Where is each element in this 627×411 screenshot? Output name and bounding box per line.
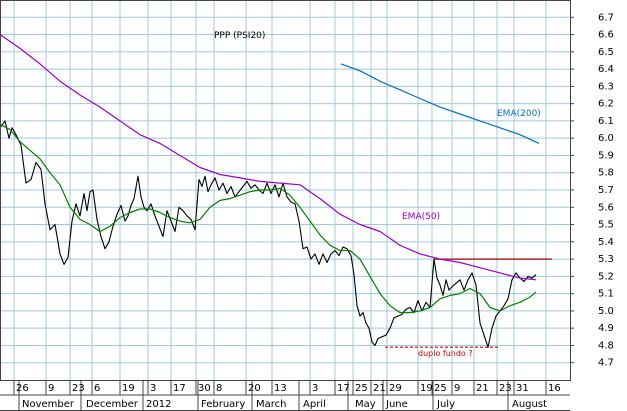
x-day-label: 13 xyxy=(274,383,287,394)
x-day-label: 25 xyxy=(434,383,447,394)
x-day-label: 23 xyxy=(499,383,512,394)
x-month-label: May xyxy=(355,399,376,410)
x-day-label: 16 xyxy=(548,383,561,394)
x-month-label: December xyxy=(86,399,139,410)
y-tick-label: 5.8 xyxy=(598,168,614,179)
x-day-label: 19 xyxy=(122,383,135,394)
x-day-label: 20 xyxy=(248,383,261,394)
x-month-label: March xyxy=(256,399,286,410)
y-tick-label: 5.0 xyxy=(598,306,614,317)
y-tick-label: 6.3 xyxy=(598,81,614,92)
y-tick-label: 5.3 xyxy=(598,254,614,265)
y-tick-label: 5.5 xyxy=(598,220,614,231)
x-month-label: November xyxy=(22,399,75,410)
x-day-label: 9 xyxy=(454,383,460,394)
x-day-label: 9 xyxy=(48,383,54,394)
y-tick-label: 6.0 xyxy=(598,133,614,144)
y-tick-label: 4.9 xyxy=(598,323,614,334)
x-day-label: 19 xyxy=(420,383,433,394)
y-tick-label: 5.1 xyxy=(598,289,614,300)
legend-ema200: EMA(200) xyxy=(497,109,541,119)
chart-title: PPP (PSI20) xyxy=(214,31,265,41)
x-day-label: 26 xyxy=(16,383,29,394)
y-tick-label: 6.4 xyxy=(598,64,614,75)
y-tick-label: 4.8 xyxy=(598,340,614,351)
x-day-label: 17 xyxy=(337,383,350,394)
y-tick-label: 6.7 xyxy=(598,12,614,23)
y-tick-label: 6.6 xyxy=(598,30,614,41)
x-day-label: 25 xyxy=(355,383,368,394)
x-month-label: April xyxy=(303,399,326,410)
price-chart: 4.7 4.8 4.9 5.0 5.1 5.2 5.3 5.4 5.5 5.6 5.7 5.8 5.9 6… xyxy=(0,0,614,411)
y-tick-label: 6.5 xyxy=(598,47,614,58)
x-month-label: February xyxy=(201,399,245,410)
x-month-label: August xyxy=(512,399,547,410)
x-day-label: 31 xyxy=(516,383,529,394)
x-day-label: 8 xyxy=(216,383,222,394)
x-day-label: 17 xyxy=(173,383,186,394)
y-axis-labels: 4.7 4.8 4.9 5.0 5.1 5.2 5.3 5.4 5.5 5.6 5.7 5.8 5.9 6… xyxy=(598,12,614,368)
x-month-label: July xyxy=(436,399,455,410)
y-tick-label: 5.9 xyxy=(598,150,614,161)
x-day-label: 23 xyxy=(72,383,85,394)
x-day-label: 6 xyxy=(94,383,100,394)
y-tick-label: 5.7 xyxy=(598,185,614,196)
y-tick-label: 6.2 xyxy=(598,99,614,110)
y-tick-label: 5.2 xyxy=(598,271,614,282)
x-month-label: 2012 xyxy=(146,399,171,410)
annotation-duplo-fundo: duplo fundo ? xyxy=(418,349,473,358)
x-day-label: 21 xyxy=(373,383,386,394)
legend-ema50: EMA(50) xyxy=(402,212,440,222)
y-tick-label: 5.6 xyxy=(598,202,614,213)
y-tick-label: 6.1 xyxy=(598,116,614,127)
x-day-label: 29 xyxy=(389,383,402,394)
x-day-label: 3 xyxy=(312,383,318,394)
x-day-label: 30 xyxy=(198,383,211,394)
x-day-label: 3 xyxy=(150,383,156,394)
x-month-label: June xyxy=(385,399,408,410)
y-tick-label: 4.7 xyxy=(598,358,614,369)
y-tick-label: 5.4 xyxy=(598,237,614,248)
x-day-label: 21 xyxy=(476,383,489,394)
